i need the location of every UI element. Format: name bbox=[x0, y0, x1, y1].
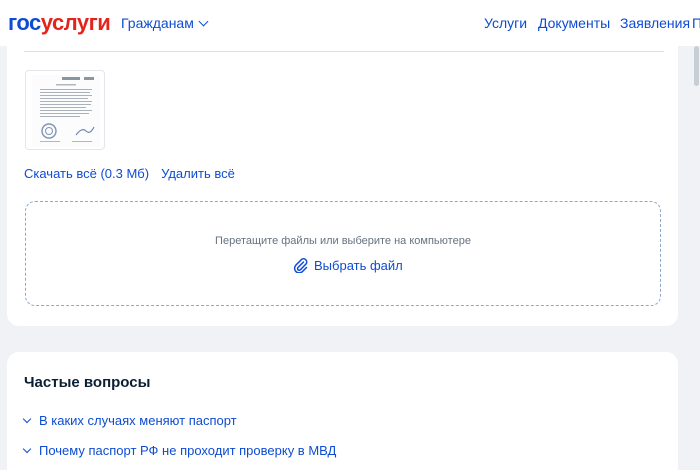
chevron-down-icon bbox=[22, 444, 32, 453]
document-preview-drawing bbox=[40, 77, 95, 142]
paperclip-icon bbox=[293, 258, 308, 273]
top-nav: Услуги Документы Заявления П bbox=[0, 15, 700, 33]
faq-question: Почему паспорт РФ не проходит проверку в… bbox=[39, 443, 337, 458]
uploaded-file-thumbnail[interactable] bbox=[25, 70, 105, 150]
dropzone-hint: Перетащите файлы или выберите на компьют… bbox=[215, 235, 471, 247]
faq-card: Частые вопросы В каких случаях меняют па… bbox=[7, 352, 678, 470]
delete-all-link[interactable]: Удалить всё bbox=[161, 166, 235, 181]
faq-item[interactable]: Почему паспорт РФ не проходит проверку в… bbox=[22, 443, 337, 458]
scrollbar-thumb[interactable] bbox=[694, 46, 699, 86]
page-scrollbar[interactable] bbox=[692, 46, 700, 470]
nav-documents[interactable]: Документы bbox=[538, 15, 610, 31]
file-actions: Скачать всё (0.3 Мб) Удалить всё bbox=[24, 166, 235, 181]
chevron-down-icon bbox=[22, 414, 32, 423]
choose-file-label: Выбрать файл bbox=[314, 257, 403, 273]
faq-question: В каких случаях меняют паспорт bbox=[39, 413, 237, 428]
nav-services[interactable]: Услуги bbox=[484, 15, 527, 31]
header: госуслуги Гражданам Услуги Документы Зая… bbox=[0, 0, 700, 46]
document-preview-image bbox=[32, 75, 100, 147]
divider bbox=[24, 51, 664, 52]
upload-card: Скачать всё (0.3 Мб) Удалить всё Перетащ… bbox=[7, 46, 678, 326]
nav-applications[interactable]: Заявления bbox=[620, 15, 690, 31]
choose-file-button[interactable]: Выбрать файл bbox=[292, 257, 403, 273]
faq-item[interactable]: В каких случаях меняют паспорт bbox=[22, 413, 237, 428]
file-dropzone[interactable]: Перетащите файлы или выберите на компьют… bbox=[25, 201, 661, 306]
download-all-link[interactable]: Скачать всё (0.3 Мб) bbox=[24, 166, 149, 181]
nav-more[interactable]: П bbox=[692, 15, 700, 31]
faq-title: Частые вопросы bbox=[24, 374, 151, 391]
